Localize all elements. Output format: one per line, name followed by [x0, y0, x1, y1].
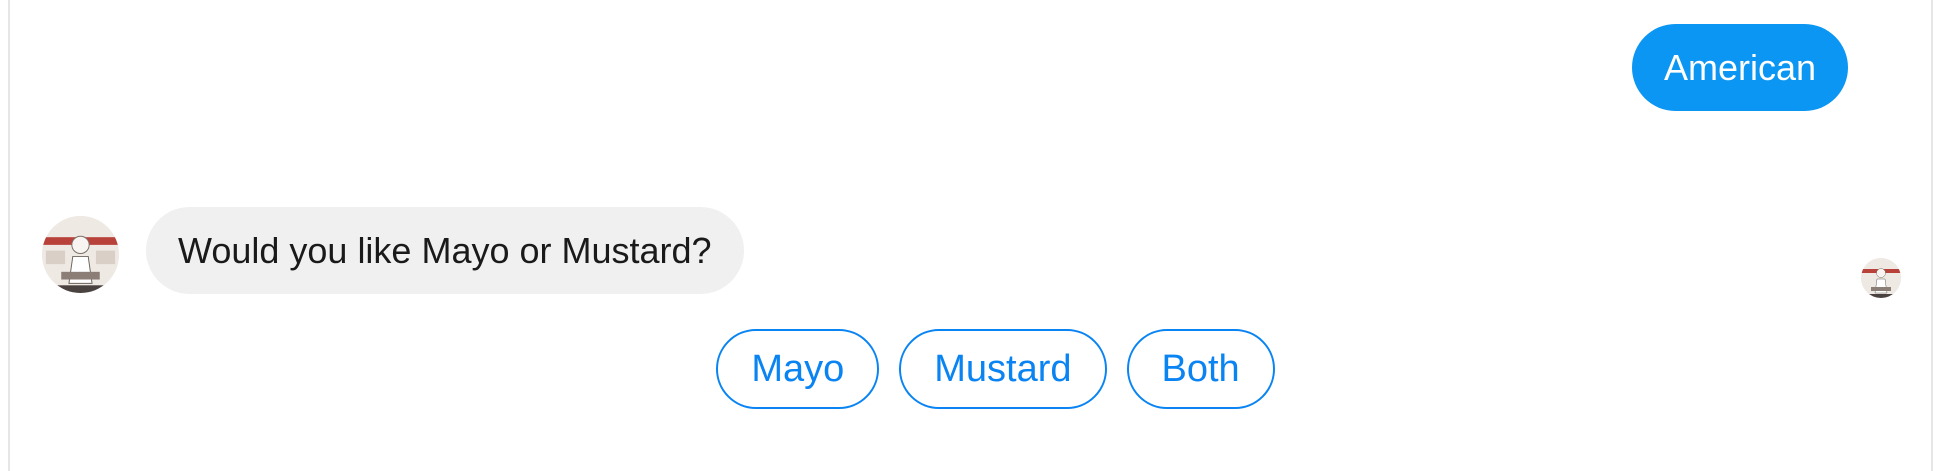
read-receipt-avatar-icon — [1861, 258, 1901, 298]
bot-message-text: Would you like Mayo or Mustard? — [178, 230, 712, 271]
quick-reply-mayo-button[interactable]: Mayo — [716, 329, 880, 409]
bot-avatar — [42, 216, 119, 293]
read-receipt-avatar — [1861, 258, 1901, 298]
user-message-text: American — [1663, 47, 1816, 88]
user-message-bubble: American — [1631, 24, 1848, 111]
quick-reply-mustard-button[interactable]: Mustard — [899, 329, 1107, 409]
bot-message-bubble: Would you like Mayo or Mustard? — [146, 207, 744, 294]
quick-reply-both-button[interactable]: Both — [1126, 329, 1275, 409]
quick-replies: Mayo Mustard Both — [10, 329, 1931, 409]
chat-window: American Would you like Mayo or Mustard?… — [8, 0, 1933, 471]
bot-avatar-icon — [42, 216, 119, 293]
